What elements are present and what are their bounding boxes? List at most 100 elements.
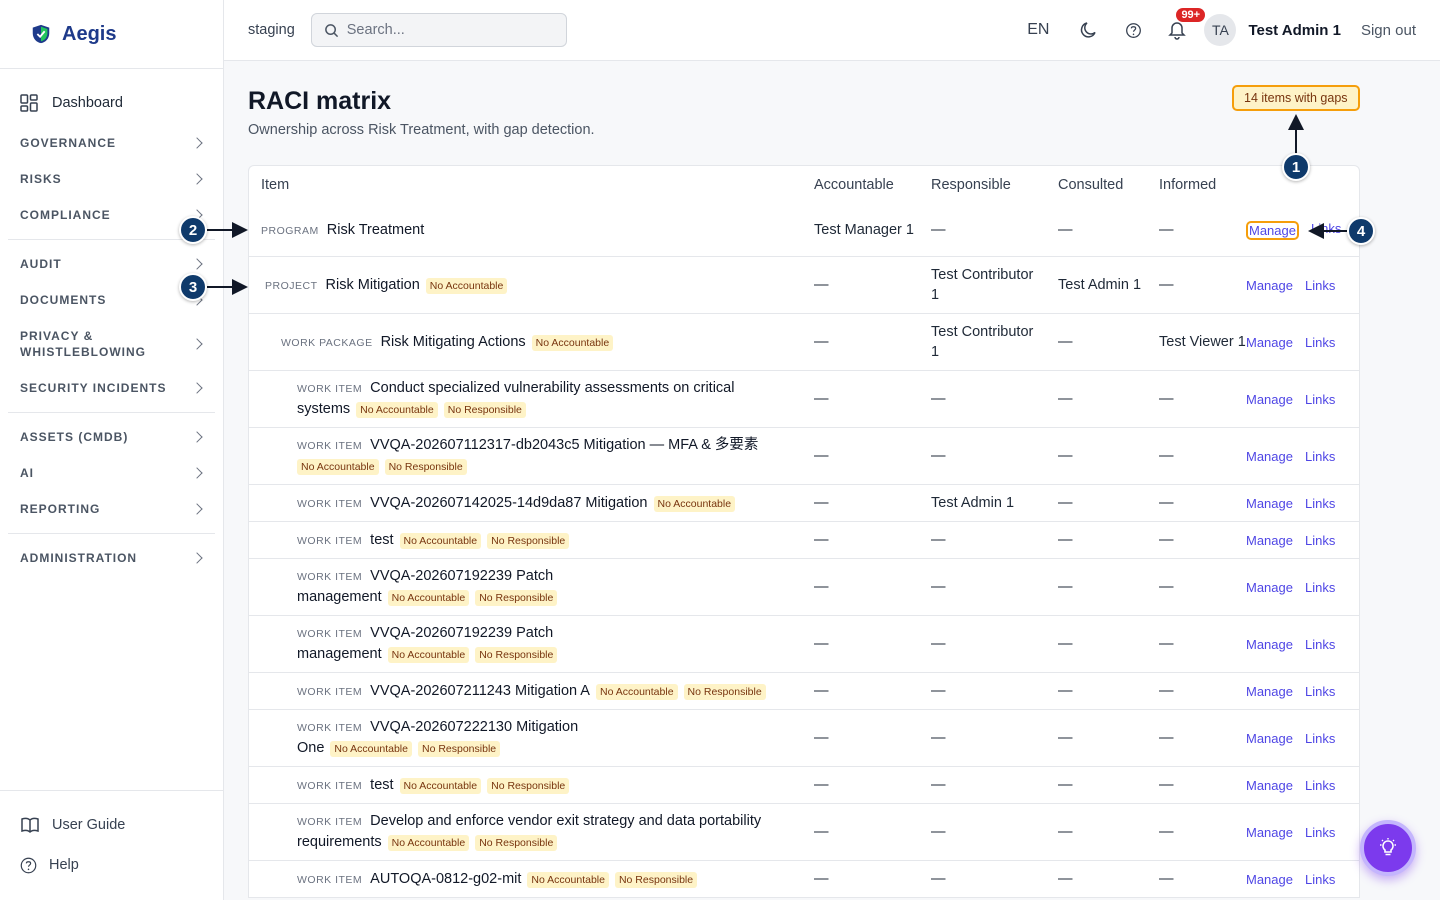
sidebar-section-ai[interactable]: AI <box>8 455 215 491</box>
sidebar-section-security-incidents[interactable]: SECURITY INCIDENTS <box>8 370 215 406</box>
table-row: WORK ITEM Conduct specialized vulnerabili… <box>249 370 1359 427</box>
page-subtitle: Ownership across Risk Treatment, with ga… <box>248 122 595 138</box>
item-type-label: WORK ITEM <box>297 534 363 547</box>
sidebar-section-reporting[interactable]: REPORTING <box>8 491 215 527</box>
manage-link[interactable]: Manage <box>1246 637 1293 652</box>
gap-tag: No Responsible <box>443 402 526 418</box>
sidebar-divider <box>8 533 215 534</box>
search-box[interactable] <box>310 13 567 47</box>
cell-responsible: — <box>931 777 946 793</box>
brand-name: Aegis <box>62 22 117 45</box>
links-link[interactable]: Links <box>1311 221 1341 240</box>
cell-item: WORK PACKAGE Risk Mitigating Actions No Ac… <box>249 332 801 353</box>
topbar: staging EN 99+ TA Test Admin 1 Sign out <box>224 0 1440 61</box>
links-link[interactable]: Links <box>1305 872 1335 887</box>
cell-accountable: — <box>814 871 829 887</box>
help-link[interactable]: Help <box>20 845 223 885</box>
gap-tag: No Accountable <box>425 277 508 294</box>
item-type-label: PROGRAM <box>261 224 319 237</box>
manage-link[interactable]: Manage <box>1246 496 1293 511</box>
callout-4: 4 <box>1347 217 1375 245</box>
brand[interactable]: Aegis <box>0 0 223 69</box>
manage-link[interactable]: Manage <box>1246 580 1293 595</box>
item-name[interactable]: Risk Treatment <box>327 222 425 238</box>
sidebar-section-administration[interactable]: ADMINISTRATION <box>8 540 215 576</box>
links-link[interactable]: Links <box>1305 533 1335 548</box>
cell-responsible: — <box>931 636 946 652</box>
cell-actions: Manage Links <box>1246 637 1359 652</box>
callout-1: 1 <box>1282 153 1310 181</box>
links-link[interactable]: Links <box>1305 778 1335 793</box>
manage-link[interactable]: Manage <box>1246 731 1293 746</box>
item-name[interactable]: Risk Mitigating Actions <box>381 334 526 350</box>
item-name[interactable]: Risk Mitigation <box>326 277 420 293</box>
links-link[interactable]: Links <box>1305 449 1335 464</box>
help-icon[interactable] <box>1125 22 1142 39</box>
manage-link[interactable]: Manage <box>1246 825 1293 840</box>
chevron-right-icon <box>191 173 203 185</box>
links-link[interactable]: Links <box>1305 496 1335 511</box>
cell-informed: — <box>1159 824 1174 840</box>
cell-accountable: Test Manager 1 <box>814 222 914 238</box>
item-type-label: WORK PACKAGE <box>281 336 373 349</box>
sidebar-section-governance[interactable]: GOVERNANCE <box>8 125 215 161</box>
sidebar-section-assets-cmdb[interactable]: ASSETS (CMDB) <box>8 419 215 455</box>
cell-actions: Manage Links <box>1246 684 1359 699</box>
links-link[interactable]: Links <box>1305 335 1335 350</box>
manage-link[interactable]: Manage <box>1246 533 1293 548</box>
cell-item: PROJECT Risk Mitigation No Accountable <box>249 275 801 296</box>
user-name[interactable]: Test Admin 1 <box>1248 22 1341 39</box>
user-guide-link[interactable]: User Guide <box>20 805 223 845</box>
cell-actions: Manage Links <box>1246 220 1359 240</box>
manage-link[interactable]: Manage <box>1246 392 1293 407</box>
sidebar-section-label: SECURITY INCIDENTS <box>20 381 167 395</box>
avatar[interactable]: TA <box>1204 14 1237 46</box>
sidebar-section-privacy-whistleblowing[interactable]: PRIVACY & WHISTLEBLOWING <box>8 318 215 370</box>
item-name[interactable]: VVQA-202607112317-db2043c5 Mitigation — … <box>370 437 758 453</box>
links-link[interactable]: Links <box>1305 580 1335 595</box>
cell-responsible: — <box>931 532 946 548</box>
item-name[interactable]: test <box>370 532 393 548</box>
manage-link[interactable]: Manage <box>1246 872 1293 887</box>
links-link[interactable]: Links <box>1305 731 1335 746</box>
gap-tag: No Responsible <box>417 741 501 757</box>
manage-link[interactable]: Manage <box>1246 220 1299 240</box>
cell-accountable: — <box>814 334 829 350</box>
links-link[interactable]: Links <box>1305 825 1335 840</box>
help-label: Help <box>49 857 79 873</box>
item-name[interactable]: test <box>370 777 393 793</box>
cell-informed: — <box>1159 222 1174 238</box>
cell-responsible: Test Admin 1 <box>931 495 1015 511</box>
raci-table: Item Accountable Responsible Consulted I… <box>248 165 1360 898</box>
item-name[interactable]: AUTOQA-0812-g02-mit <box>370 871 521 887</box>
gap-tag: No Responsible <box>614 871 698 888</box>
manage-link[interactable]: Manage <box>1246 449 1293 464</box>
gaps-count-badge[interactable]: 14 items with gaps <box>1232 85 1360 111</box>
notifications-button[interactable]: 99+ <box>1168 8 1206 40</box>
links-link[interactable]: Links <box>1305 278 1335 293</box>
manage-link[interactable]: Manage <box>1246 278 1293 293</box>
cell-informed: — <box>1159 777 1174 793</box>
language-switcher[interactable]: EN <box>1027 21 1049 39</box>
column-header-accountable: Accountable <box>814 177 894 193</box>
moon-icon[interactable] <box>1079 20 1099 40</box>
cell-accountable: — <box>814 448 829 464</box>
manage-link[interactable]: Manage <box>1246 778 1293 793</box>
manage-link[interactable]: Manage <box>1246 684 1293 699</box>
manage-link[interactable]: Manage <box>1246 335 1293 350</box>
sidebar-section-label: GOVERNANCE <box>20 136 117 150</box>
table-row: WORK ITEM test No Accountable No Responsibl… <box>249 766 1359 803</box>
sidebar-item-dashboard[interactable]: Dashboard <box>8 89 215 117</box>
assistant-fab[interactable] <box>1360 820 1416 876</box>
cell-item: WORK ITEM Conduct specialized vulnerabili… <box>249 378 801 420</box>
search-input[interactable] <box>346 22 547 38</box>
links-link[interactable]: Links <box>1305 684 1335 699</box>
links-link[interactable]: Links <box>1305 392 1335 407</box>
chevron-right-icon <box>191 431 203 443</box>
sign-out-button[interactable]: Sign out <box>1361 22 1416 39</box>
item-name[interactable]: VVQA-202607211243 Mitigation A <box>370 683 590 699</box>
sidebar-section-risks[interactable]: RISKS <box>8 161 215 197</box>
cell-item: WORK ITEM VVQA-202607192239 Patch managem… <box>249 623 801 665</box>
item-name[interactable]: VVQA-202607142025-14d9da87 Mitigation <box>370 495 647 511</box>
links-link[interactable]: Links <box>1305 637 1335 652</box>
